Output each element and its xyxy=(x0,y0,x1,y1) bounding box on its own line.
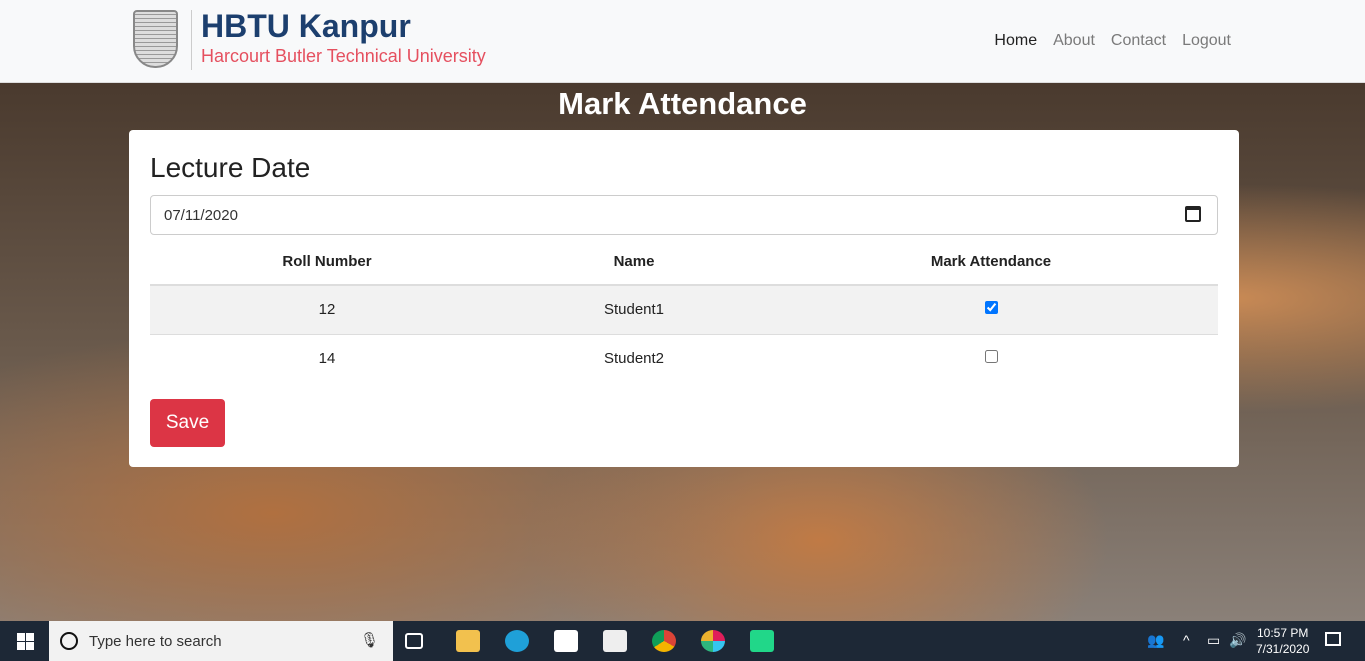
nav-about[interactable]: About xyxy=(1053,32,1095,50)
table-row: 14 Student2 xyxy=(150,333,1218,383)
attendance-checkbox[interactable] xyxy=(984,301,998,315)
col-mark: Mark Attendance xyxy=(764,238,1218,286)
nav-contact[interactable]: Contact xyxy=(1111,32,1166,50)
chrome-icon[interactable] xyxy=(652,630,676,652)
mail-icon[interactable] xyxy=(603,630,627,652)
col-roll: Roll Number xyxy=(150,238,504,286)
col-name: Name xyxy=(504,238,764,286)
brand-title: HBTU Kanpur xyxy=(201,8,411,44)
edge-icon[interactable] xyxy=(505,630,529,652)
battery-icon[interactable]: ▭ xyxy=(1207,632,1220,649)
windows-start-icon[interactable] xyxy=(17,633,34,650)
lecture-date-input[interactable]: 07/11/2020 xyxy=(150,195,1218,235)
divider xyxy=(191,10,192,70)
attendance-card: Lecture Date 07/11/2020 Roll Number Name M… xyxy=(129,130,1239,467)
roll-cell: 12 xyxy=(150,284,504,334)
chevron-up-icon[interactable]: ^ xyxy=(1183,632,1190,648)
calendar-icon[interactable] xyxy=(1185,206,1201,222)
nav-logout[interactable]: Logout xyxy=(1182,32,1231,50)
name-cell: Student1 xyxy=(504,284,764,334)
people-icon[interactable]: 👥 xyxy=(1147,632,1164,649)
taskbar: Type here to search 🎙 👥 ^ ▭ 🔊 10:57 PM 7/3… xyxy=(0,621,1365,661)
microphone-icon[interactable]: 🎙 xyxy=(360,631,379,649)
cortana-icon xyxy=(60,632,78,650)
name-cell: Student2 xyxy=(504,333,764,383)
navbar: HBTU Kanpur Harcourt Butler Technical Un… xyxy=(0,0,1365,83)
attendance-table: Roll Number Name Mark Attendance 12 Student… xyxy=(150,238,1218,383)
nav-home[interactable]: Home xyxy=(994,32,1037,50)
time: 10:57 PM xyxy=(1257,626,1309,640)
date-value: 07/11/2020 xyxy=(164,207,238,224)
lecture-date-label: Lecture Date xyxy=(150,152,311,183)
page-title: Mark Attendance xyxy=(558,86,807,121)
search-placeholder: Type here to search xyxy=(89,633,222,650)
roll-cell: 14 xyxy=(150,333,504,383)
brand-subtitle: Harcourt Butler Technical University xyxy=(201,46,486,66)
table-row: 12 Student1 xyxy=(150,284,1218,334)
pycharm-icon[interactable] xyxy=(750,630,774,652)
date: 7/31/2020 xyxy=(1256,642,1310,656)
file-explorer-icon[interactable] xyxy=(456,630,480,652)
taskbar-search[interactable]: Type here to search 🎙 xyxy=(49,621,393,661)
university-logo xyxy=(133,10,178,68)
attendance-checkbox[interactable] xyxy=(984,350,998,364)
notification-icon[interactable] xyxy=(1325,632,1341,646)
clock[interactable]: 10:57 PM 7/31/2020 xyxy=(1256,625,1309,657)
store-icon[interactable] xyxy=(554,630,578,652)
slack-icon[interactable] xyxy=(701,630,725,652)
save-button[interactable]: Save xyxy=(150,399,225,447)
volume-icon[interactable]: 🔊 xyxy=(1229,632,1246,649)
task-view-icon[interactable] xyxy=(405,633,423,649)
